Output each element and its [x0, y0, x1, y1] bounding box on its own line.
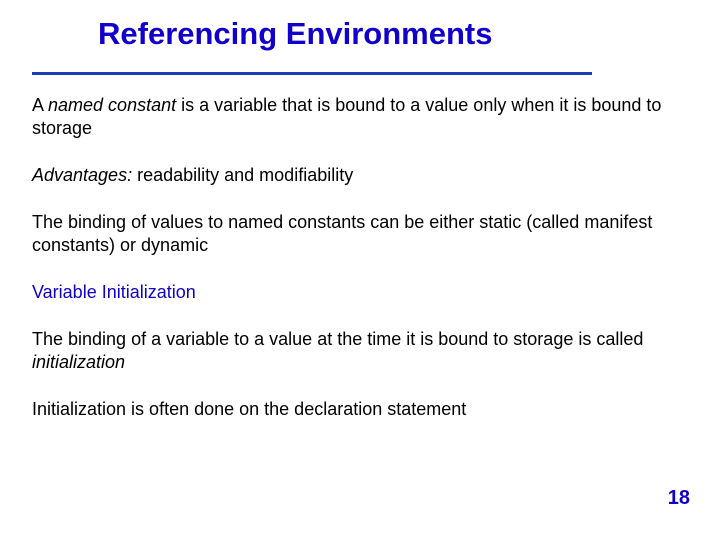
slide-body: A named constant is a variable that is b…: [32, 94, 672, 445]
page-number: 18: [668, 487, 690, 510]
slide-title: Referencing Environments: [98, 16, 492, 52]
para-initialization-declaration: Initialization is often done on the decl…: [32, 398, 672, 421]
term-initialization: initialization: [32, 352, 125, 372]
para-named-constant: A named constant is a variable that is b…: [32, 94, 672, 140]
slide: Referencing Environments A named constan…: [0, 0, 720, 540]
para-binding-static-dynamic: The binding of values to named constants…: [32, 211, 672, 257]
term-named-constant: named constant: [48, 95, 176, 115]
label-advantages: Advantages:: [32, 165, 132, 185]
para-initialization-def: The binding of a variable to a value at …: [32, 328, 672, 374]
subheading-variable-initialization: Variable Initialization: [32, 281, 672, 304]
title-divider: [32, 72, 592, 75]
para-advantages: Advantages: readability and modifiabilit…: [32, 164, 672, 187]
